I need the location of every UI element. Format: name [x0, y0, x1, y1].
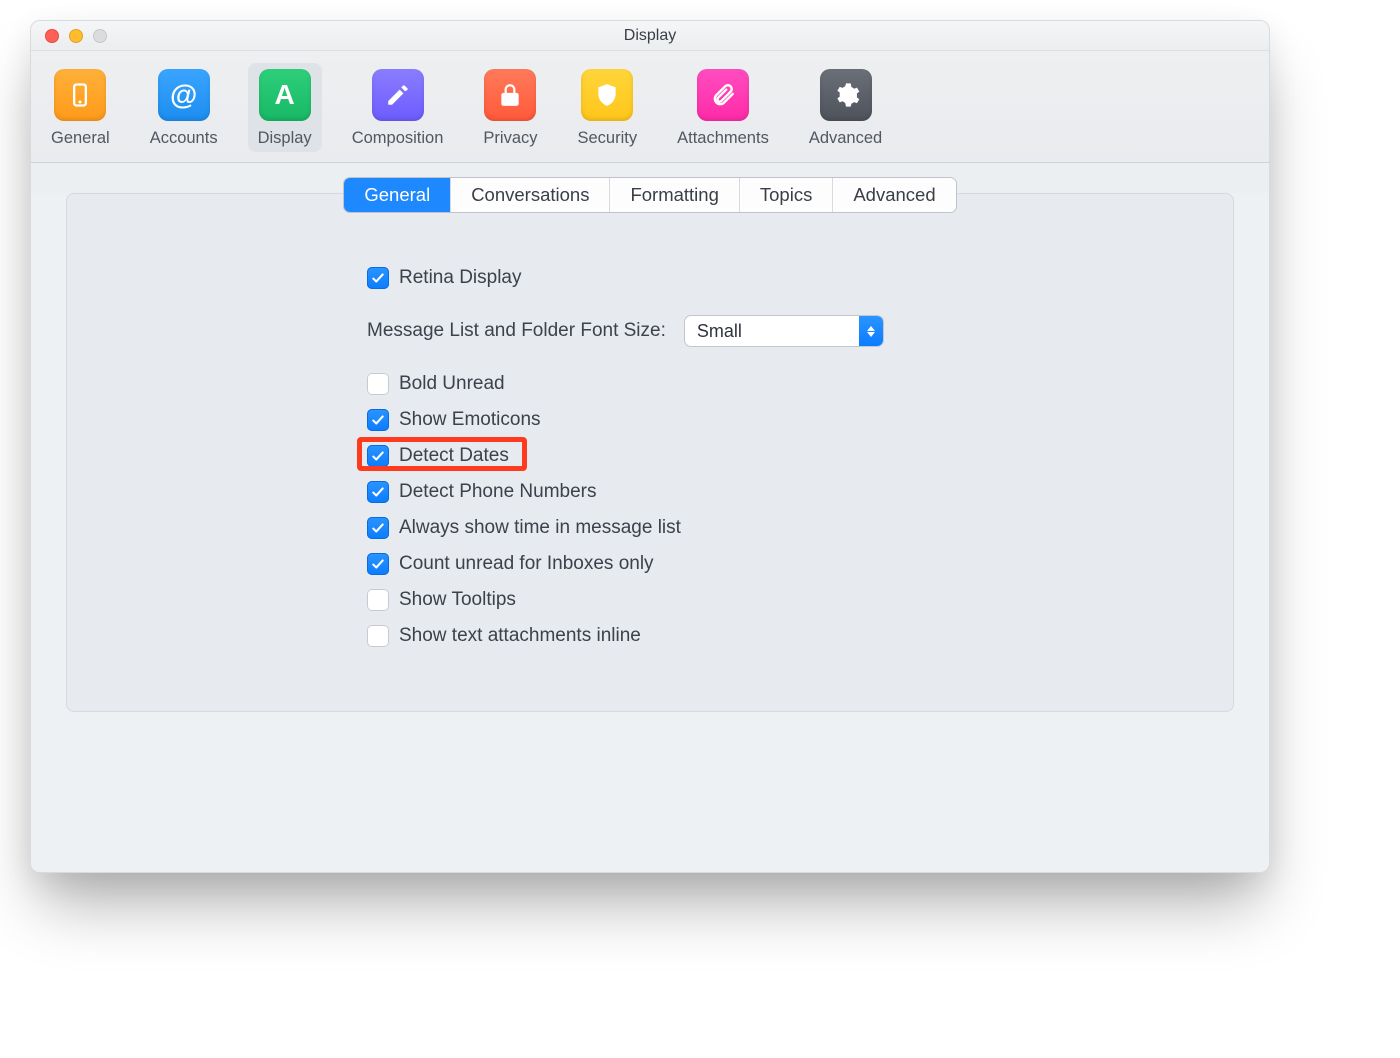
tab-topics[interactable]: Topics	[739, 178, 832, 212]
setting-bold-unread[interactable]: Bold Unread	[367, 373, 1203, 395]
checkbox-unchecked-icon[interactable]	[367, 625, 389, 647]
display-settings-panel: General Conversations Formatting Topics …	[66, 193, 1234, 712]
toolbar-privacy[interactable]: Privacy	[473, 63, 547, 152]
setting-detect-phone[interactable]: Detect Phone Numbers	[367, 481, 1203, 503]
toolbar-general[interactable]: General	[41, 63, 120, 152]
setting-label: Detect Dates	[399, 445, 509, 467]
select-value: Small	[685, 316, 859, 346]
setting-label: Bold Unread	[399, 373, 505, 395]
pencil-icon	[372, 69, 424, 121]
font-size-select[interactable]: Small	[684, 315, 884, 347]
preferences-window: Display General @ Accounts A Display	[30, 20, 1270, 873]
setting-always-show-time[interactable]: Always show time in message list	[367, 517, 1203, 539]
checkbox-unchecked-icon[interactable]	[367, 373, 389, 395]
setting-font-size: Message List and Folder Font Size: Small	[367, 315, 1203, 347]
toolbar-label: Security	[578, 129, 638, 148]
checkbox-checked-icon[interactable]	[367, 445, 389, 467]
setting-detect-dates[interactable]: Detect Dates	[367, 445, 1203, 467]
toolbar-label: Privacy	[483, 129, 537, 148]
titlebar: Display	[31, 21, 1269, 51]
at-sign-icon: @	[158, 69, 210, 121]
setting-label: Show Tooltips	[399, 589, 516, 611]
display-icon: A	[259, 69, 311, 121]
setting-count-unread-inboxes[interactable]: Count unread for Inboxes only	[367, 553, 1203, 575]
toolbar-security[interactable]: Security	[568, 63, 648, 152]
setting-label: Show text attachments inline	[399, 625, 641, 647]
setting-label: Show Emoticons	[399, 409, 541, 431]
setting-show-text-attachments-inline[interactable]: Show text attachments inline	[367, 625, 1203, 647]
checkbox-checked-icon[interactable]	[367, 481, 389, 503]
toolbar-attachments[interactable]: Attachments	[667, 63, 779, 152]
setting-label: Always show time in message list	[399, 517, 681, 539]
tab-formatting[interactable]: Formatting	[609, 178, 738, 212]
setting-label: Count unread for Inboxes only	[399, 553, 654, 575]
setting-retina-display[interactable]: Retina Display	[367, 267, 1203, 289]
checkbox-unchecked-icon[interactable]	[367, 589, 389, 611]
setting-label: Detect Phone Numbers	[399, 481, 597, 503]
toolbar-label: Accounts	[150, 129, 218, 148]
tab-general[interactable]: General	[344, 178, 450, 212]
toolbar-display[interactable]: A Display	[248, 63, 322, 152]
tab-advanced[interactable]: Advanced	[832, 178, 955, 212]
toolbar-label: Composition	[352, 129, 444, 148]
general-display-form: Retina Display Message List and Folder F…	[67, 213, 1233, 671]
setting-show-emoticons[interactable]: Show Emoticons	[367, 409, 1203, 431]
setting-label: Message List and Folder Font Size:	[367, 320, 666, 342]
setting-label: Retina Display	[399, 267, 522, 289]
toolbar-advanced[interactable]: Advanced	[799, 63, 892, 152]
checkbox-checked-icon[interactable]	[367, 267, 389, 289]
sub-tabstrip: General Conversations Formatting Topics …	[343, 177, 956, 213]
lock-icon	[484, 69, 536, 121]
shield-icon	[581, 69, 633, 121]
general-icon	[54, 69, 106, 121]
toolbar-composition[interactable]: Composition	[342, 63, 454, 152]
paperclip-icon	[697, 69, 749, 121]
gear-icon	[820, 69, 872, 121]
toolbar-label: General	[51, 129, 110, 148]
toolbar-label: Display	[258, 129, 312, 148]
checkbox-checked-icon[interactable]	[367, 553, 389, 575]
content-area: General Conversations Formatting Topics …	[31, 193, 1269, 872]
preferences-toolbar: General @ Accounts A Display Composition	[31, 51, 1269, 163]
toolbar-accounts[interactable]: @ Accounts	[140, 63, 228, 152]
toolbar-label: Advanced	[809, 129, 882, 148]
setting-show-tooltips[interactable]: Show Tooltips	[367, 589, 1203, 611]
checkbox-checked-icon[interactable]	[367, 517, 389, 539]
toolbar-label: Attachments	[677, 129, 769, 148]
window-title: Display	[31, 27, 1269, 45]
checkbox-checked-icon[interactable]	[367, 409, 389, 431]
tab-conversations[interactable]: Conversations	[450, 178, 609, 212]
stepper-icon	[859, 316, 883, 346]
